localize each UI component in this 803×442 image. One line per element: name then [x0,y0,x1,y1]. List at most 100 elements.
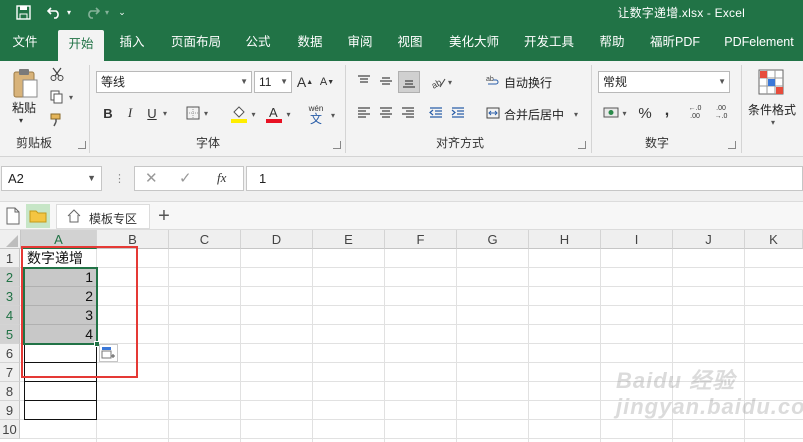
conditional-formatting-button[interactable]: 条件格式 [748,101,796,118]
enter-icon[interactable]: ✓ [179,169,192,187]
column-header-h[interactable]: H [529,230,601,249]
redo-dropdown-icon[interactable]: ▾ [102,3,112,21]
select-all-corner[interactable] [0,230,21,249]
row-header-9[interactable]: 9 [0,401,20,420]
wrap-text-icon[interactable]: ab [486,73,500,89]
copy-icon[interactable] [48,88,66,106]
row-header-4[interactable]: 4 [0,306,20,325]
template-zone-tab[interactable]: 模板专区 [56,204,150,229]
undo-icon[interactable] [44,3,64,21]
column-header-i[interactable]: I [601,230,673,249]
bold-button[interactable]: B [100,103,116,123]
tab-pdfelement[interactable]: PDFelement [718,24,800,61]
underline-button[interactable]: U [144,103,160,123]
undo-dropdown-icon[interactable]: ▾ [64,3,74,21]
align-top-icon[interactable] [354,71,374,91]
borders-icon[interactable]: ▾ [182,103,212,123]
font-dialog-launcher-icon[interactable] [333,141,341,149]
underline-dropdown-icon[interactable]: ▾ [160,105,170,121]
align-left-icon[interactable] [354,103,374,123]
row-header-8[interactable]: 8 [0,382,20,401]
row-header-6[interactable]: 6 [0,344,20,363]
column-header-k[interactable]: K [745,230,803,249]
tab-insert[interactable]: 插入 [112,24,152,61]
increase-decimal-button[interactable]: ←.0 .00 [684,103,706,123]
percent-style-button[interactable]: % [636,103,654,123]
tab-view[interactable]: 视图 [390,24,430,61]
number-format-box[interactable]: 常规 ▼ [598,71,730,93]
tab-home[interactable]: 开始 [58,30,104,61]
conditional-formatting-icon[interactable] [756,67,786,97]
format-painter-icon[interactable] [48,111,66,129]
new-document-icon[interactable] [6,207,22,225]
tab-developer[interactable]: 开发工具 [518,24,580,61]
font-color-icon[interactable]: A ▾ [264,103,292,125]
increase-indent-icon[interactable] [448,103,468,123]
row-header-1[interactable]: 1 [0,249,20,268]
font-size-dropdown-icon[interactable]: ▼ [280,72,288,92]
spreadsheet-grid[interactable]: A B C D E F G H I J K 1 2 3 4 5 6 7 8 9 … [0,230,803,442]
phonetic-dropdown-icon[interactable]: ▾ [328,107,338,123]
row-header-10[interactable]: 10 [0,420,20,439]
orientation-icon[interactable]: ab ▾ [424,71,458,93]
align-right-icon[interactable] [398,103,418,123]
align-middle-icon[interactable] [376,71,396,91]
alignment-dialog-launcher-icon[interactable] [578,141,586,149]
accounting-format-icon[interactable]: ▾ [600,103,630,123]
column-header-f[interactable]: F [385,230,457,249]
row-header-2[interactable]: 2 [0,268,20,287]
comma-style-button[interactable]: , [660,101,674,121]
column-header-c[interactable]: C [169,230,241,249]
number-dialog-launcher-icon[interactable] [728,141,736,149]
decrease-indent-icon[interactable] [426,103,446,123]
merge-center-icon[interactable] [486,105,500,121]
font-size-box[interactable]: 11 ▼ [254,71,292,93]
tab-help[interactable]: 帮助 [592,24,632,61]
phonetic-guide-icon[interactable]: wén 文 [304,101,328,127]
formula-bar-grip-icon[interactable]: ⋮ [114,170,125,188]
row-header-3[interactable]: 3 [0,287,20,306]
name-box-dropdown-icon[interactable]: ▼ [87,167,96,190]
decrease-decimal-button[interactable]: .00 →.0 [710,103,732,123]
clipboard-dialog-launcher-icon[interactable] [78,141,86,149]
column-header-e[interactable]: E [313,230,385,249]
paste-dropdown-icon[interactable]: ▾ [16,115,26,125]
customize-quick-access-icon[interactable]: ⌄ [116,3,128,21]
decrease-font-size-icon[interactable]: A ▼ [318,73,336,91]
tab-formulas[interactable]: 公式 [238,24,278,61]
tab-foxit-pdf[interactable]: 福昕PDF [644,24,706,61]
merge-center-dropdown-icon[interactable]: ▾ [570,107,582,121]
tab-page-layout[interactable]: 页面布局 [166,24,226,61]
align-center-icon[interactable] [376,103,396,123]
tab-beautify-master[interactable]: 美化大师 [444,24,504,61]
conditional-formatting-dropdown-icon[interactable]: ▾ [768,117,778,127]
italic-button[interactable]: I [122,103,138,123]
align-bottom-icon[interactable] [398,71,420,93]
merge-center-button[interactable]: 合并后居中 [504,106,564,123]
font-name-dropdown-icon[interactable]: ▼ [240,72,248,92]
font-name-box[interactable]: 等线 ▼ [96,71,252,93]
formula-input[interactable]: 1 [246,166,803,191]
save-icon[interactable] [12,3,34,21]
cancel-icon[interactable]: ✕ [145,169,158,187]
number-format-dropdown-icon[interactable]: ▼ [718,72,726,92]
insert-function-icon[interactable]: fx [217,170,226,186]
column-header-d[interactable]: D [241,230,313,249]
tab-file[interactable]: 文件 [4,24,46,61]
paste-label[interactable]: 粘贴 [12,99,36,116]
open-folder-icon[interactable] [26,204,50,228]
name-box[interactable]: A2 ▼ [1,166,102,191]
redo-icon[interactable] [82,3,102,21]
cut-icon[interactable] [48,65,66,83]
row-header-5[interactable]: 5 [0,325,20,344]
column-header-j[interactable]: J [673,230,745,249]
row-header-7[interactable]: 7 [0,363,20,382]
paste-icon[interactable] [10,65,40,101]
wrap-text-button[interactable]: 自动换行 [504,74,552,91]
copy-dropdown-icon[interactable]: ▾ [66,91,76,103]
tab-data[interactable]: 数据 [290,24,330,61]
add-tab-button[interactable]: + [152,205,176,227]
column-header-g[interactable]: G [457,230,529,249]
fill-color-icon[interactable]: ▾ [226,103,260,125]
tab-review[interactable]: 审阅 [342,24,378,61]
